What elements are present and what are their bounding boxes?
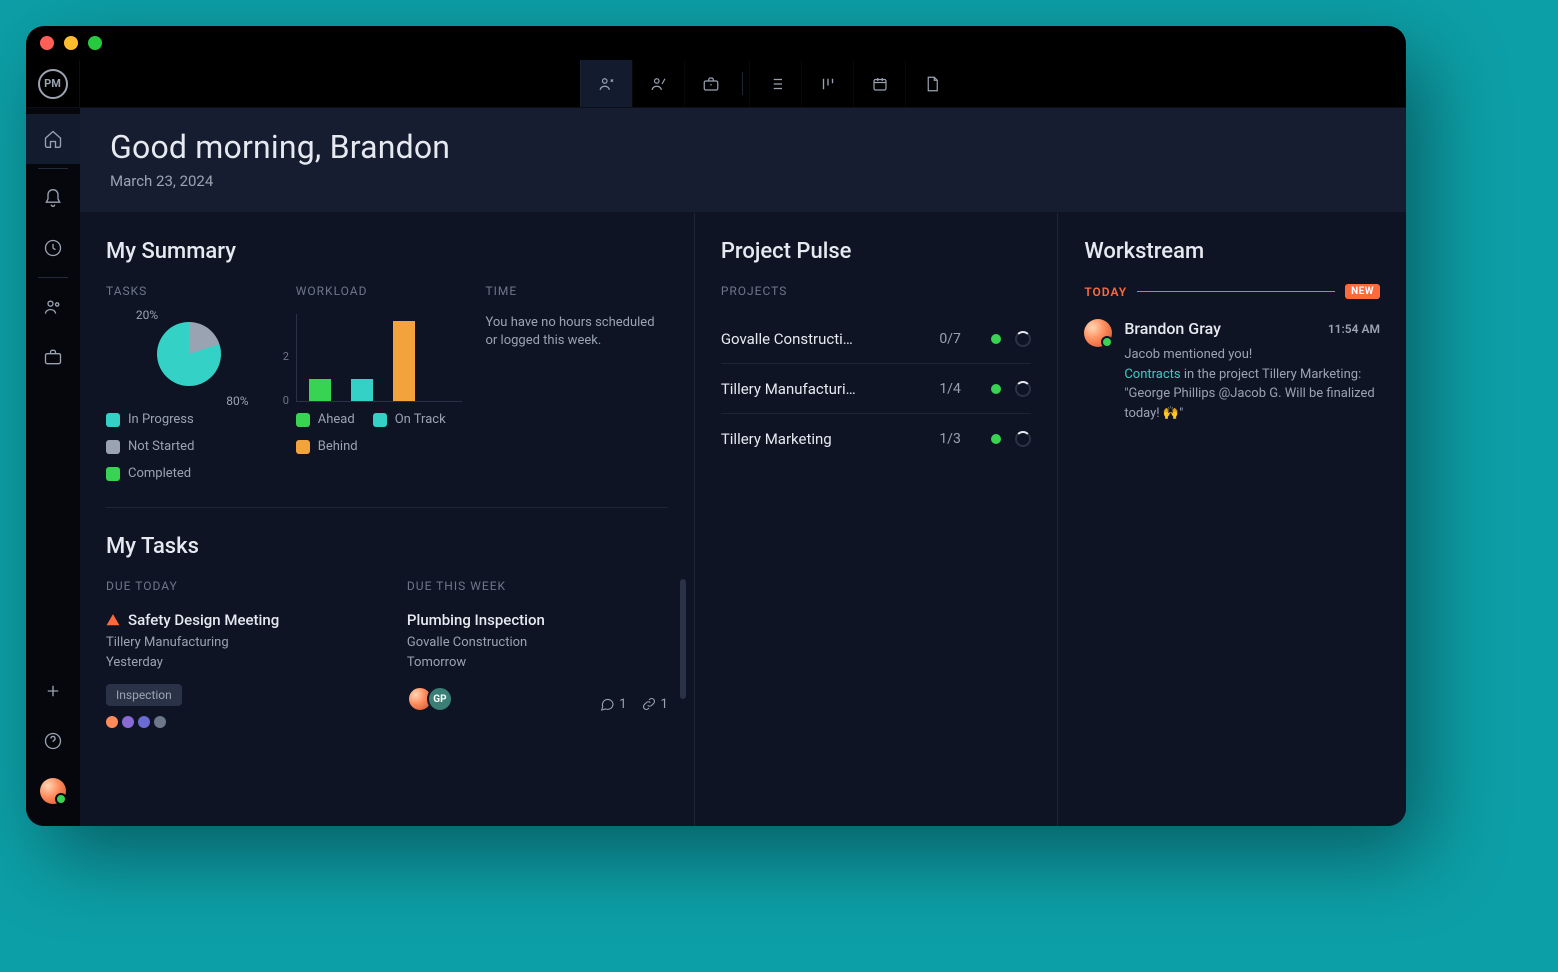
loading-spinner-icon <box>1015 331 1031 347</box>
window-close-icon[interactable] <box>40 36 54 50</box>
sidebar-projects[interactable] <box>26 332 80 382</box>
bar-ahead <box>309 379 331 401</box>
task-avatars-preview <box>106 716 367 728</box>
project-name: Tillery Marketing <box>721 430 939 448</box>
hero-header: Good morning, Brandon March 23, 2024 <box>80 108 1406 213</box>
due-today-label: DUE TODAY <box>106 579 367 593</box>
legend-behind: Behind <box>296 439 358 454</box>
workload-bar-chart: 2 0 <box>296 314 462 402</box>
task-project: Govalle Construction <box>407 633 668 653</box>
avatar-icon <box>1084 319 1112 347</box>
sidebar-home[interactable] <box>26 114 80 164</box>
workstream-mention-line: Jacob mentioned you! <box>1124 345 1380 365</box>
toolbar-calendar-icon[interactable] <box>853 60 905 107</box>
attachments-count[interactable]: 1 <box>641 696 668 712</box>
task-title-text: Plumbing Inspection <box>407 611 545 629</box>
project-row[interactable]: Govalle Constructi… 0/7 <box>721 314 1031 364</box>
task-title-text: Safety Design Meeting <box>128 611 279 629</box>
sidebar-notifications[interactable] <box>26 173 80 223</box>
project-ratio: 1/3 <box>939 431 977 447</box>
summary-time: TIME You have no hours scheduled or logg… <box>486 284 668 481</box>
sidebar-add[interactable] <box>26 666 80 716</box>
status-dot-icon <box>991 334 1001 344</box>
summary-workload-label: WORKLOAD <box>296 284 462 298</box>
status-dot-icon <box>991 384 1001 394</box>
toolbar-board-icon[interactable] <box>801 60 853 107</box>
summary-workload: WORKLOAD 2 0 Ahead O <box>296 284 462 481</box>
avatar-initials: GP <box>427 686 453 712</box>
project-ratio: 1/4 <box>939 381 977 397</box>
comments-count[interactable]: 1 <box>599 696 626 712</box>
pie-label-20: 20% <box>136 308 158 322</box>
scrollbar[interactable] <box>680 579 686 699</box>
sidebar-help[interactable] <box>26 716 80 766</box>
task-tag: Inspection <box>106 684 182 706</box>
due-today-column: DUE TODAY Safety Design Meeting Tillery … <box>106 579 367 728</box>
my-summary-title: My Summary <box>106 239 668 264</box>
loading-spinner-icon <box>1015 431 1031 447</box>
sidebar-recent[interactable] <box>26 223 80 273</box>
toolbar-people-icon[interactable] <box>580 60 632 107</box>
tasks-pie-chart <box>157 322 221 386</box>
project-ratio: 0/7 <box>939 331 977 347</box>
top-toolbar: PM <box>26 60 1406 108</box>
workstream-message: Contracts in the project Tillery Marketi… <box>1124 365 1380 424</box>
window-minimize-icon[interactable] <box>64 36 78 50</box>
workstream-user: Brandon Gray <box>1124 317 1221 341</box>
workstream-title: Workstream <box>1084 239 1380 264</box>
toolbar-people-remove-icon[interactable] <box>632 60 684 107</box>
main-content: Good morning, Brandon March 23, 2024 My … <box>80 108 1406 826</box>
toolbar-document-icon[interactable] <box>905 60 957 107</box>
summary-tasks-label: TASKS <box>106 284 272 298</box>
window-zoom-icon[interactable] <box>88 36 102 50</box>
toolbar-list-icon[interactable] <box>749 60 801 107</box>
task-when: Tomorrow <box>407 653 668 673</box>
bar-behind <box>393 321 415 401</box>
legend-ahead: Ahead <box>296 412 355 427</box>
task-card[interactable]: Plumbing Inspection Govalle Construction… <box>407 611 668 712</box>
user-avatar-icon <box>40 778 66 804</box>
new-badge: NEW <box>1345 284 1380 299</box>
task-when: Yesterday <box>106 653 367 673</box>
workstream-time: 11:54 AM <box>1328 320 1380 338</box>
project-pulse-title: Project Pulse <box>721 239 1031 264</box>
legend-not-started: Not Started <box>106 439 194 454</box>
due-this-week-column: DUE THIS WEEK Plumbing Inspection Govall… <box>407 579 668 728</box>
task-card[interactable]: Safety Design Meeting Tillery Manufactur… <box>106 611 367 728</box>
workstream-today-label: TODAY <box>1084 285 1127 299</box>
my-tasks-title: My Tasks <box>106 534 668 559</box>
app-logo[interactable]: PM <box>26 60 80 107</box>
toolbar-briefcase-icon[interactable] <box>684 60 736 107</box>
project-row[interactable]: Tillery Manufacturi… 1/4 <box>721 364 1031 414</box>
bar-on-track <box>351 379 373 401</box>
current-date: March 23, 2024 <box>110 172 1376 190</box>
sidebar-team[interactable] <box>26 282 80 332</box>
task-project: Tillery Manufacturing <box>106 633 367 653</box>
app-window: PM <box>26 26 1406 826</box>
summary-time-label: TIME <box>486 284 668 298</box>
projects-label: PROJECTS <box>721 284 1031 298</box>
loading-spinner-icon <box>1015 381 1031 397</box>
due-this-week-label: DUE THIS WEEK <box>407 579 668 593</box>
summary-tasks: TASKS 20% 80% In Progress Not Started Co <box>106 284 272 481</box>
sidebar-avatar[interactable] <box>26 766 80 816</box>
project-row[interactable]: Tillery Marketing 1/3 <box>721 414 1031 464</box>
pie-label-80: 80% <box>226 394 248 408</box>
workstream-link[interactable]: Contracts <box>1124 367 1180 382</box>
legend-completed: Completed <box>106 466 191 481</box>
summary-time-text: You have no hours scheduled or logged th… <box>486 314 668 350</box>
workstream-today-header: TODAY NEW <box>1084 284 1380 299</box>
warning-icon <box>106 613 120 627</box>
project-name: Govalle Constructi… <box>721 330 939 348</box>
status-dot-icon <box>991 434 1001 444</box>
legend-on-track: On Track <box>373 412 446 427</box>
workstream-item[interactable]: Brandon Gray 11:54 AM Jacob mentioned yo… <box>1084 317 1380 423</box>
window-titlebar <box>26 26 1406 60</box>
sidebar <box>26 108 80 826</box>
project-name: Tillery Manufacturi… <box>721 380 939 398</box>
legend-in-progress: In Progress <box>106 412 194 427</box>
greeting: Good morning, Brandon <box>110 128 1376 166</box>
